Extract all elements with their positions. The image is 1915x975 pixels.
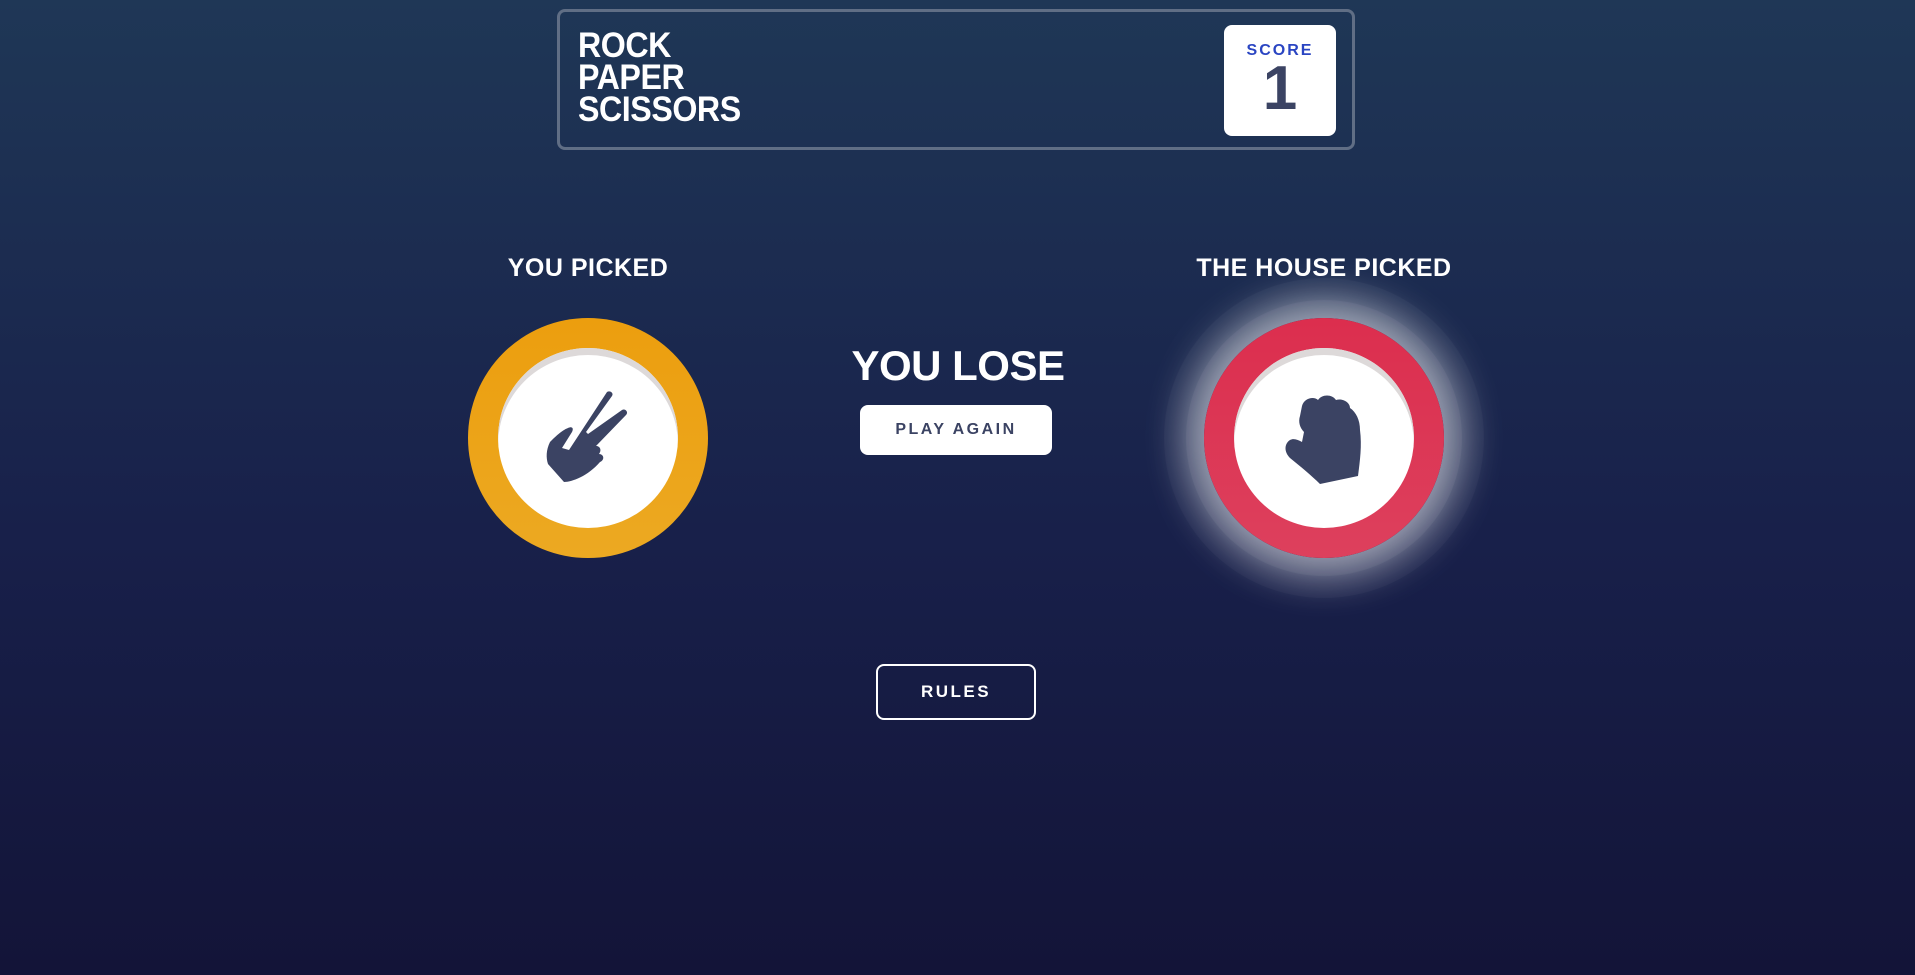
result-text: YOU LOSE: [851, 342, 1065, 389]
chip-inner: [1234, 348, 1414, 528]
player-scissors-chip: [468, 318, 708, 558]
player-pick-label: YOU PICKED: [507, 254, 669, 282]
title-line-scissors: SCISSORS: [578, 90, 741, 129]
game-header: ROCK PAPER SCISSORS SCORE 1: [557, 9, 1355, 150]
house-rock-chip: [1204, 318, 1444, 558]
play-again-button[interactable]: PLAY AGAIN: [860, 405, 1052, 455]
game-title: ROCK PAPER SCISSORS: [578, 28, 741, 129]
house-pick-label: THE HOUSE PICKED: [1196, 254, 1452, 282]
chip-inner: [498, 348, 678, 528]
score-box: SCORE 1: [1224, 25, 1336, 136]
score-value: 1: [1262, 54, 1298, 123]
rock-icon: [1285, 395, 1361, 484]
rules-button[interactable]: RULES: [876, 664, 1036, 720]
scissors-icon: [546, 391, 628, 482]
